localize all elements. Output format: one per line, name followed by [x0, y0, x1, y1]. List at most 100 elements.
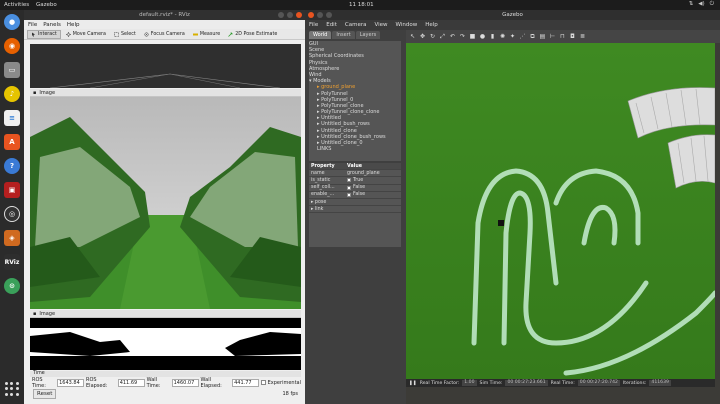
property-checkbox[interactable] [347, 178, 351, 183]
pointlight-icon[interactable]: ✺ [499, 33, 506, 40]
gazebo-titlebar[interactable]: Gazebo [305, 10, 720, 20]
copy-icon[interactable]: ⧉ [529, 33, 536, 40]
apps-grid-icon[interactable] [5, 382, 19, 396]
image-panel-2-header[interactable]: ▪ Image [30, 310, 301, 318]
menu-help[interactable]: Help [425, 22, 438, 28]
minimize-button[interactable] [317, 12, 323, 18]
rviz-icon[interactable]: RViz [4, 254, 20, 270]
rviz-3d-view[interactable] [30, 44, 301, 88]
app-menu[interactable]: Gazebo [36, 2, 57, 8]
close-button[interactable] [296, 12, 302, 18]
maximize-button[interactable] [326, 12, 332, 18]
tool-focus-camera[interactable]: Focus Camera [141, 30, 188, 39]
software-icon[interactable]: A [4, 134, 20, 150]
scale-icon[interactable]: ⤢ [439, 33, 446, 40]
box-icon[interactable]: ■ [469, 33, 476, 40]
camera-image-view[interactable] [30, 97, 301, 309]
tool-interact-label: Interact [38, 31, 57, 37]
reset-button[interactable]: Reset [33, 389, 57, 399]
menu-file[interactable]: File [28, 22, 37, 28]
sphere-icon[interactable]: ● [479, 33, 486, 40]
property-value[interactable]: False [345, 185, 401, 190]
property-value[interactable]: False [345, 192, 401, 197]
maximize-button[interactable] [287, 12, 293, 18]
menu-edit[interactable]: Edit [326, 22, 337, 28]
undo-icon[interactable]: ↶ [449, 33, 456, 40]
property-checkbox[interactable] [347, 185, 351, 190]
property-value[interactable]: True [345, 178, 401, 183]
menu-file[interactable]: File [309, 22, 318, 28]
image-panel-1-title: Image [39, 89, 56, 96]
property-row[interactable]: is_static True [309, 177, 401, 185]
terminal-icon[interactable]: ▣ [4, 182, 20, 198]
files-icon[interactable]: ▭ [4, 62, 20, 78]
gazebo-3d-scene[interactable] [406, 43, 715, 379]
pose-arrow-icon [228, 32, 233, 37]
snap-icon[interactable]: ⊓ [559, 33, 566, 40]
scene-toolbar: ↖ ✥ ↻ ⤢ ↶ ↷ ■ ● ▮ ✺ ✦ ⋰ ⧉ ▤ ⊢ ⊓ ◘ ≣ [406, 30, 720, 43]
dirlight-icon[interactable]: ⋰ [519, 33, 526, 40]
tab-insert[interactable]: Insert [332, 31, 355, 39]
rotate-icon[interactable]: ↻ [429, 33, 436, 40]
obs-icon[interactable]: ◎ [4, 206, 20, 222]
tree-item[interactable]: LINKS [309, 146, 401, 152]
experimental-checkbox[interactable] [260, 380, 266, 385]
move-icon[interactable]: ✥ [419, 33, 426, 40]
property-row[interactable]: ▸ link [309, 206, 401, 214]
ros-elapsed-field[interactable]: 411.69 [117, 378, 145, 387]
rviz-footer: Reset 18 fps [30, 388, 301, 400]
tool-select[interactable]: Select [111, 30, 139, 39]
wall-elapsed-field[interactable]: 441.77 [232, 378, 259, 387]
writer-icon[interactable]: ≡ [4, 110, 20, 126]
paste-icon[interactable]: ▤ [539, 33, 546, 40]
property-row[interactable]: ▸ pose [309, 199, 401, 207]
pause-button[interactable]: ❚❚ [409, 381, 417, 386]
menu-camera[interactable]: Camera [345, 22, 367, 28]
property-value[interactable]: ground_plane [345, 171, 401, 176]
clock[interactable]: 11 18:01 [349, 2, 374, 8]
minimize-button[interactable] [278, 12, 284, 18]
tool-measure[interactable]: Measure [190, 30, 223, 39]
property-row[interactable]: name ground_plane [309, 170, 401, 178]
menu-help[interactable]: Help [67, 22, 80, 28]
close-button[interactable] [308, 12, 314, 18]
log-icon[interactable]: ≣ [579, 33, 586, 40]
property-checkbox[interactable] [347, 192, 351, 197]
tool-move-camera[interactable]: Move Camera [63, 30, 109, 39]
chromium-icon[interactable]: ● [4, 14, 20, 30]
mask-image-view[interactable] [30, 318, 301, 370]
redo-icon[interactable]: ↷ [459, 33, 466, 40]
tool-2d-pose-estimate[interactable]: 2D Pose Estimate [225, 30, 280, 39]
ros-time-label: ROS Time: [32, 376, 46, 389]
tab-layers[interactable]: Layers [355, 31, 381, 39]
ros-time-field[interactable]: 1643.84 [57, 378, 85, 387]
property-row[interactable]: self_coll... False [309, 185, 401, 192]
menu-panels[interactable]: Panels [43, 22, 61, 28]
select-icon [114, 31, 119, 37]
rviz-window: default.rviz* - RViz File Panels Help In… [24, 10, 305, 404]
menu-view[interactable]: View [374, 22, 387, 28]
firefox-icon[interactable]: ◉ [4, 38, 20, 54]
rviz-cube-icon[interactable]: ◈ [4, 230, 20, 246]
spotlight-icon[interactable]: ✦ [509, 33, 516, 40]
ruler-icon [192, 33, 198, 35]
menu-window[interactable]: Window [396, 22, 418, 28]
rhythmbox-icon[interactable]: ♪ [4, 86, 20, 102]
screenshot-icon[interactable]: ◘ [569, 33, 576, 40]
image-panel-1-header[interactable]: ▪ Image [30, 89, 301, 97]
help-icon[interactable]: ? [4, 158, 20, 174]
property-row[interactable]: enable_... False [309, 192, 401, 199]
rviz-titlebar[interactable]: default.rviz* - RViz [24, 10, 305, 20]
pointer-icon[interactable]: ↖ [409, 33, 416, 40]
system-tray[interactable]: ⇅ ◀) ⏻ [689, 1, 714, 8]
tab-world[interactable]: World [309, 31, 332, 39]
activities-button[interactable]: Activities [4, 2, 29, 8]
experimental-label: Experimental [267, 379, 301, 386]
align-icon[interactable]: ⊢ [549, 33, 556, 40]
cylinder-icon[interactable]: ▮ [489, 33, 496, 40]
tool-interact[interactable]: Interact [27, 29, 61, 39]
greenapp-icon[interactable]: ⊙ [4, 278, 20, 294]
wall-time-field[interactable]: 1460.07 [171, 378, 199, 387]
property-key: ▸ pose [311, 199, 327, 205]
property-key: enable_... [311, 192, 335, 198]
